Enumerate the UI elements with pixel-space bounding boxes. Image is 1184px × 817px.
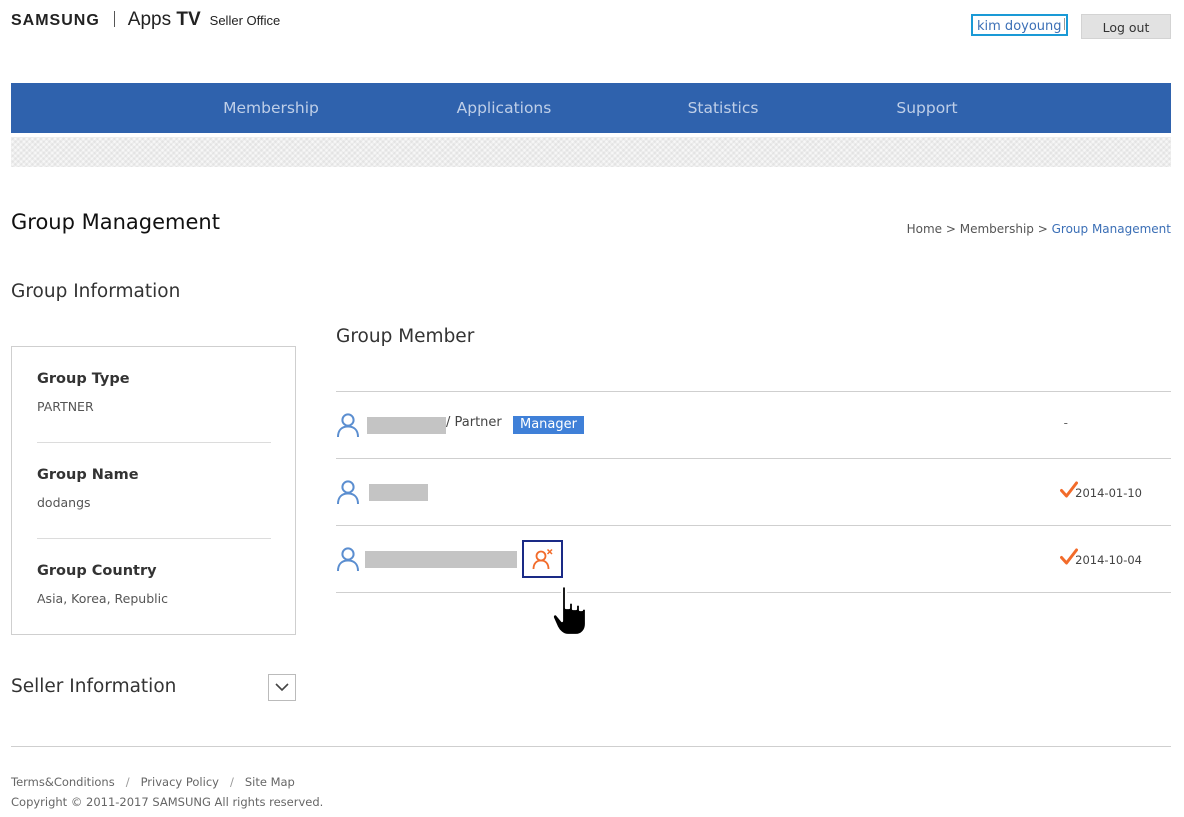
seller-info-toggle-button[interactable] <box>268 674 296 701</box>
member-date: 2014-01-10 <box>1075 486 1142 500</box>
breadcrumb-current: Group Management <box>1051 222 1171 236</box>
footer-divider <box>11 746 1171 747</box>
member-row: / Partner Manager - <box>336 392 1171 458</box>
group-type-value: PARTNER <box>37 399 94 414</box>
seller-office-wordmark: Seller Office <box>209 13 281 28</box>
group-information-title: Group Information <box>11 281 181 302</box>
copyright-text: Copyright © 2011-2017 SAMSUNG All rights… <box>11 795 324 809</box>
member-date: - <box>1063 416 1068 430</box>
group-member-title: Group Member <box>336 326 475 347</box>
member-role: / Partner <box>446 415 502 430</box>
breadcrumb-separator: > <box>942 222 960 236</box>
group-country-value: Asia, Korea, Republic <box>37 591 168 606</box>
footer-link-terms[interactable]: Terms&Conditions <box>11 775 115 789</box>
member-name-redacted <box>369 484 428 501</box>
field-divider <box>37 538 271 539</box>
group-name-value: dodangs <box>37 495 91 510</box>
member-name-redacted <box>367 417 446 434</box>
nav-item-support[interactable]: Support <box>896 83 957 133</box>
group-country-label: Group Country <box>37 563 157 579</box>
footer-links: Terms&Conditions / Privacy Policy / Site Map <box>11 775 295 789</box>
nav-item-membership[interactable]: Membership <box>223 83 319 133</box>
manager-badge: Manager <box>513 416 584 434</box>
member-row-divider <box>336 592 1171 593</box>
member-row: 2014-01-10 <box>336 459 1171 525</box>
person-icon <box>337 547 359 572</box>
group-name-field: Group Name dodangs <box>37 467 271 510</box>
apps-tv-wordmark: Apps TV <box>127 9 201 30</box>
remove-user-icon <box>532 548 553 570</box>
header-divider <box>1064 18 1065 30</box>
chevron-down-icon <box>275 683 289 692</box>
nav-item-statistics[interactable]: Statistics <box>688 83 759 133</box>
person-icon <box>337 480 359 505</box>
breadcrumb: Home > Membership > Group Management <box>907 222 1171 236</box>
logout-button[interactable]: Log out <box>1081 14 1171 39</box>
group-country-field: Group Country Asia, Korea, Republic <box>37 563 271 606</box>
brand-divider <box>113 11 115 27</box>
breadcrumb-home[interactable]: Home <box>907 222 942 236</box>
footer-link-privacy[interactable]: Privacy Policy <box>141 775 219 789</box>
person-icon <box>337 413 359 438</box>
main-nav: Membership Applications Statistics Suppo… <box>11 83 1171 133</box>
field-divider <box>37 442 271 443</box>
samsung-wordmark: SAMSUNG <box>11 12 100 29</box>
user-name-link[interactable]: kim doyoung <box>971 14 1068 36</box>
member-name-redacted <box>365 551 517 568</box>
group-info-panel: Group Type PARTNER Group Name dodangs Gr… <box>11 346 296 635</box>
group-type-field: Group Type PARTNER <box>37 371 271 414</box>
group-name-label: Group Name <box>37 467 139 483</box>
nav-item-applications[interactable]: Applications <box>457 83 552 133</box>
brand-logo[interactable]: SAMSUNG Apps TV Seller Office <box>11 9 280 31</box>
group-type-label: Group Type <box>37 371 130 387</box>
sub-nav-bar <box>11 137 1171 167</box>
footer-link-separator: / <box>229 775 234 789</box>
breadcrumb-separator: > <box>1033 222 1052 236</box>
footer-link-sitemap[interactable]: Site Map <box>245 775 295 789</box>
remove-member-button[interactable] <box>522 540 563 578</box>
member-row: 2014-10-04 <box>336 526 1171 592</box>
member-date: 2014-10-04 <box>1075 553 1142 567</box>
seller-information-title: Seller Information <box>11 676 177 697</box>
breadcrumb-membership[interactable]: Membership <box>960 222 1034 236</box>
hand-cursor-icon <box>551 585 588 637</box>
page-title: Group Management <box>11 210 220 234</box>
footer-link-separator: / <box>125 775 130 789</box>
